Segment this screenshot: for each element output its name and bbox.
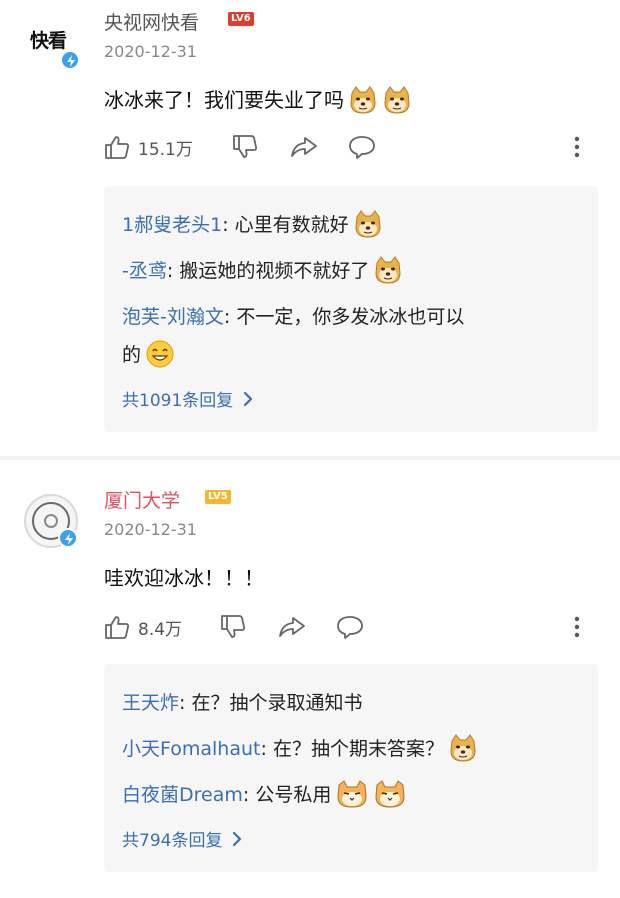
reply-username[interactable]: 小天Fomalhaut: [122, 738, 260, 760]
more-replies-label: 共794条回复: [122, 831, 223, 851]
reply-bubble-icon: [336, 615, 364, 639]
reply-button[interactable]: [336, 612, 364, 642]
like-count: 8.4万: [138, 619, 183, 640]
dislike-button[interactable]: [220, 612, 246, 642]
reply-username[interactable]: 王天炸: [122, 692, 179, 714]
more-options-button[interactable]: [574, 612, 580, 642]
reply-separator: :: [242, 784, 256, 806]
reply-item[interactable]: 小天Fomalhaut: 在？抽个期末答案？: [122, 734, 478, 765]
replies-panel: 王天炸: 在？抽个录取通知书 小天Fomalhaut: 在？抽个期末答案？ 白夜…: [104, 664, 598, 872]
share-button[interactable]: [278, 612, 306, 642]
comment-date: 2020-12-31: [104, 520, 197, 539]
cat-emoji-icon: [335, 779, 369, 809]
action-bar: 8.4万: [104, 612, 594, 642]
chevron-right-icon: [232, 831, 242, 847]
like-button[interactable]: 8.4万: [104, 612, 182, 642]
reply-separator: :: [260, 738, 273, 760]
username[interactable]: 厦门大学: [104, 486, 180, 513]
reply-username[interactable]: 白夜菌Dream: [122, 784, 243, 806]
share-icon: [278, 615, 306, 639]
thumbs-up-icon: [104, 614, 130, 640]
thumbs-down-icon: [220, 614, 246, 640]
more-vertical-icon: [574, 616, 580, 638]
verified-icon: [58, 528, 78, 548]
comment-text: 哇欢迎冰冰！！！: [104, 562, 264, 591]
comment-text-body: 哇欢迎冰冰！！！: [104, 566, 264, 590]
doge-emoji-icon: [448, 733, 478, 763]
cat-emoji-icon: [373, 779, 407, 809]
reply-text: 在？抽个录取通知书: [191, 692, 363, 714]
avatar[interactable]: [24, 494, 78, 548]
reply-item[interactable]: 白夜菌Dream: 公号私用: [122, 780, 407, 811]
reply-item[interactable]: 王天炸: 在？抽个录取通知书: [122, 688, 362, 715]
reply-text: 在？抽个期末答案？: [272, 738, 444, 760]
comment-card: 厦门大学 LV5 2020-12-31 哇欢迎冰冰！！！ 8.4万 王天炸: 在…: [0, 0, 620, 898]
reply-text: 公号私用: [255, 784, 332, 806]
level-badge: LV5: [205, 490, 231, 504]
view-more-replies-link[interactable]: 共794条回复: [122, 826, 242, 851]
reply-separator: :: [179, 692, 192, 714]
